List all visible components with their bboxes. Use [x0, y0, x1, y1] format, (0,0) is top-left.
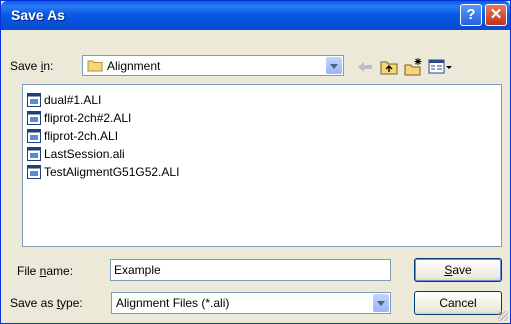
dialog-title: Save As	[11, 7, 65, 23]
list-item[interactable]: fliprot-2ch#2.ALI	[27, 109, 131, 126]
resize-grip[interactable]	[498, 311, 508, 321]
save-button[interactable]: Save	[414, 258, 502, 282]
file-name: fliprot-2ch.ALI	[44, 128, 119, 143]
up-folder-icon[interactable]	[379, 57, 399, 77]
help-button[interactable]: ?	[460, 4, 482, 26]
file-name: TestAligmentG51G52.ALI	[44, 164, 180, 179]
list-item[interactable]: LastSession.ali	[27, 145, 125, 162]
new-folder-icon[interactable]	[403, 57, 423, 77]
list-item[interactable]: TestAligmentG51G52.ALI	[27, 163, 179, 180]
file-name: dual#1.ALI	[44, 92, 102, 107]
view-menu-icon[interactable]	[427, 57, 453, 77]
file-name-label: File name:	[17, 264, 74, 278]
file-name-input[interactable]	[111, 260, 390, 280]
save-as-dialog: Save As ? ✕ Save in: Alignment dual#1.AL…	[0, 0, 511, 324]
save-in-value: Alignment	[107, 59, 161, 73]
file-icon	[27, 146, 41, 161]
file-icon	[27, 110, 41, 125]
chevron-down-icon[interactable]	[326, 57, 342, 74]
file-name: fliprot-2ch#2.ALI	[44, 110, 132, 125]
back-arrow-icon[interactable]	[355, 57, 375, 77]
file-icon	[27, 164, 41, 179]
file-name-field[interactable]	[110, 259, 391, 281]
title-bar[interactable]: Save As ? ✕	[1, 1, 510, 30]
save-in-label: Save in:	[10, 59, 54, 73]
chevron-down-icon[interactable]	[373, 294, 389, 312]
save-as-type-value: Alignment Files (*.ali)	[116, 296, 230, 310]
file-name: LastSession.ali	[44, 146, 125, 161]
save-in-dropdown[interactable]: Alignment	[82, 55, 344, 76]
cancel-button[interactable]: Cancel	[414, 291, 502, 315]
save-as-type-dropdown[interactable]: Alignment Files (*.ali)	[111, 292, 391, 314]
save-as-type-label: Save as type:	[10, 296, 83, 310]
file-list[interactable]: dual#1.ALI fliprot-2ch#2.ALI fliprot-2ch…	[22, 84, 502, 247]
file-icon	[27, 92, 41, 107]
folder-icon	[87, 60, 103, 72]
close-button[interactable]: ✕	[485, 4, 507, 26]
list-item[interactable]: dual#1.ALI	[27, 91, 101, 108]
file-icon	[27, 128, 41, 143]
list-item[interactable]: fliprot-2ch.ALI	[27, 127, 118, 144]
